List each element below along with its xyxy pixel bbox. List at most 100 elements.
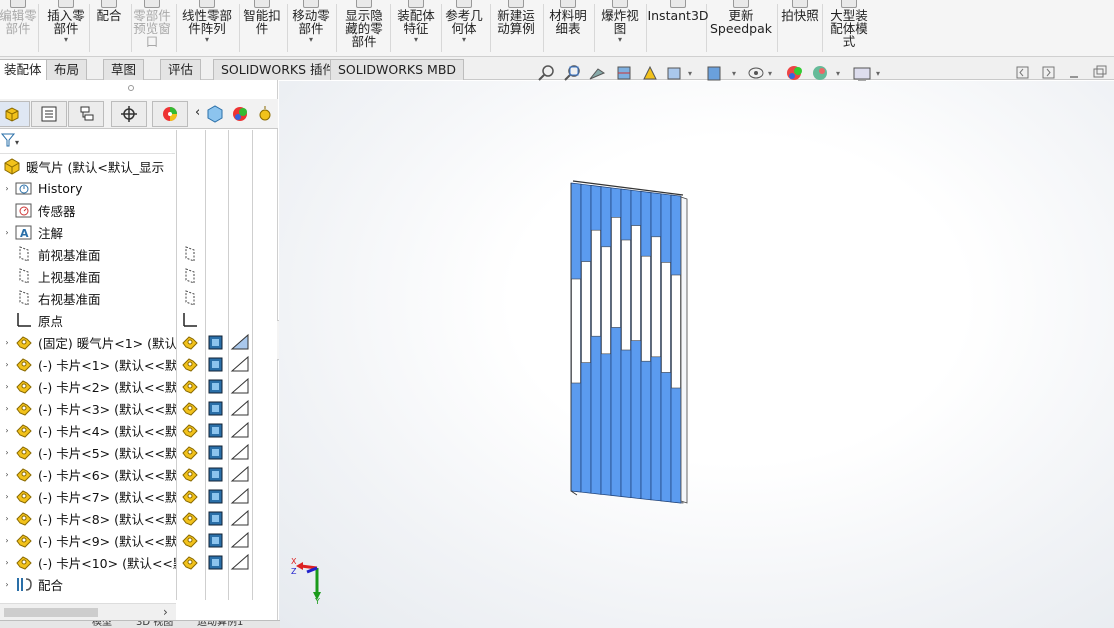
tree-horizontal-scrollbar[interactable]: › xyxy=(0,603,176,620)
expand-toggle-icon[interactable]: › xyxy=(0,448,14,457)
expand-toggle-icon[interactable]: › xyxy=(0,382,14,391)
transparency-icon[interactable] xyxy=(230,507,250,529)
zoom-to-fit-icon[interactable] xyxy=(538,65,554,81)
tree-item[interactable]: › A 注解 xyxy=(0,221,176,243)
edit-appearance-icon[interactable] xyxy=(787,66,802,80)
restore-icon[interactable] xyxy=(1093,65,1107,78)
tab-5[interactable]: SOLIDWORKS 插件 xyxy=(213,59,344,80)
clip-card[interactable] xyxy=(641,255,651,362)
expand-toggle-icon[interactable]: › xyxy=(0,492,14,501)
clip-card[interactable] xyxy=(651,236,661,358)
display-state-icon[interactable] xyxy=(206,397,226,419)
transparency-icon[interactable] xyxy=(230,485,250,507)
tree-item[interactable]: 传感器 xyxy=(0,199,176,221)
tab-property-manager[interactable] xyxy=(31,101,67,127)
tree-item[interactable]: › (-) 卡片<1> (默认<<默认 xyxy=(0,353,176,375)
dropdown-arrow-icon[interactable]: ▾ xyxy=(414,36,418,44)
tab-feature-manager[interactable] xyxy=(0,101,30,127)
expand-toggle-icon[interactable]: › xyxy=(0,228,14,237)
display-state-icon[interactable] xyxy=(206,375,226,397)
tab-2[interactable]: 布局 xyxy=(46,59,88,80)
apply-scene-icon[interactable]: ▾ xyxy=(813,66,840,80)
scrollbar-thumb[interactable] xyxy=(4,608,98,617)
tree-item[interactable]: › (-) 卡片<9> (默认<<默认 xyxy=(0,529,176,551)
transparency-icon[interactable] xyxy=(230,397,250,419)
expand-toggle-icon[interactable]: › xyxy=(0,426,14,435)
display-state-icon[interactable] xyxy=(206,529,226,551)
clip-card[interactable] xyxy=(661,262,671,373)
clip-card[interactable] xyxy=(631,225,641,341)
tree-item[interactable]: 右视基准面 xyxy=(0,287,176,309)
dynamic-annotation-icon[interactable] xyxy=(643,65,657,80)
scroll-right-arrow-icon[interactable]: › xyxy=(163,604,168,620)
tree-item[interactable]: › (-) 卡片<7> (默认<<默认 xyxy=(0,485,176,507)
expand-toggle-icon[interactable]: › xyxy=(0,580,14,589)
tab-dimxpert-manager[interactable] xyxy=(111,101,147,127)
display-state-icon[interactable] xyxy=(206,551,226,573)
dropdown-arrow-icon[interactable]: ▾ xyxy=(462,36,466,44)
display-state-icon[interactable] xyxy=(206,485,226,507)
dropdown-arrow-icon[interactable]: ▾ xyxy=(205,36,209,44)
tree-filter[interactable]: ▾ xyxy=(0,130,175,154)
transparency-icon[interactable] xyxy=(230,529,250,551)
display-state-icon[interactable] xyxy=(206,441,226,463)
tile-left-icon[interactable] xyxy=(1016,66,1029,79)
expand-toggle-icon[interactable]: › xyxy=(0,360,14,369)
display-state-icon[interactable] xyxy=(206,353,226,375)
tree-item[interactable]: › 配合 xyxy=(0,573,176,595)
tree-item[interactable]: 原点 xyxy=(0,309,176,331)
zoom-area-icon[interactable] xyxy=(564,65,580,81)
tree-item[interactable]: › (-) 卡片<6> (默认<<默认 xyxy=(0,463,176,485)
dropdown-arrow-icon[interactable]: ▾ xyxy=(309,36,313,44)
transparency-icon[interactable] xyxy=(230,331,250,353)
clip-card[interactable] xyxy=(591,229,601,337)
panel-grip-icon[interactable] xyxy=(128,85,134,91)
transparency-icon[interactable] xyxy=(230,375,250,397)
clip-card[interactable] xyxy=(601,246,611,355)
expand-toggle-icon[interactable]: › xyxy=(0,558,14,567)
clip-card[interactable] xyxy=(621,239,631,351)
tab-scroll-left-icon[interactable]: ‹ xyxy=(195,105,200,120)
ribbon-button-17[interactable]: 大型装 配体模 式 xyxy=(814,0,884,56)
lights-cameras-icon[interactable] xyxy=(259,106,271,121)
display-state-icon[interactable] xyxy=(206,507,226,529)
3d-box-icon[interactable] xyxy=(207,105,223,123)
tab-3[interactable]: 草图 xyxy=(103,59,145,80)
tree-item[interactable]: › (-) 卡片<3> (默认<<默认 xyxy=(0,397,176,419)
tab-configuration-manager[interactable] xyxy=(68,101,104,127)
tab-1[interactable]: 装配体 xyxy=(0,59,50,81)
transparency-icon[interactable] xyxy=(230,463,250,485)
tree-root[interactable]: 暖气片 (默认<默认_显示状态- xyxy=(0,155,164,177)
tree-item[interactable]: 前视基准面 xyxy=(0,243,176,265)
tree-item[interactable]: › (-) 卡片<4> (默认<<默认 xyxy=(0,419,176,441)
expand-toggle-icon[interactable]: › xyxy=(0,470,14,479)
transparency-icon[interactable] xyxy=(230,441,250,463)
clip-card[interactable] xyxy=(671,274,681,389)
tree-item[interactable]: › History xyxy=(0,177,176,199)
tree-item[interactable]: › (固定) 暖气片<1> (默认< xyxy=(0,331,176,353)
display-state-icon[interactable] xyxy=(206,331,226,353)
expand-toggle-icon[interactable]: › xyxy=(0,536,14,545)
tab-4[interactable]: 评估 xyxy=(160,59,202,80)
view-orientation-icon[interactable]: ▾ xyxy=(667,67,692,80)
bottom-tab-1[interactable]: 模型 xyxy=(92,621,112,628)
expand-toggle-icon[interactable]: › xyxy=(0,338,14,347)
tree-item[interactable]: › (-) 卡片<8> (默认<<默认 xyxy=(0,507,176,529)
tab-display-manager[interactable] xyxy=(152,101,188,127)
graphics-area[interactable]: X Y Z xyxy=(279,81,1114,628)
clip-card[interactable] xyxy=(611,217,621,328)
transparency-icon[interactable] xyxy=(230,419,250,441)
bottom-tab-3[interactable]: 运动算例1 xyxy=(197,621,243,628)
filter-icon[interactable]: ▾ xyxy=(0,130,24,152)
view-settings-icon[interactable]: ▾ xyxy=(853,67,880,82)
tab-6[interactable]: SOLIDWORKS MBD xyxy=(330,59,465,80)
ribbon-button-14[interactable]: Instant3D xyxy=(643,0,713,56)
bottom-tab-2[interactable]: 3D 视图 xyxy=(136,621,173,628)
hide-show-items-icon[interactable]: ▾ xyxy=(748,67,772,79)
expand-toggle-icon[interactable]: › xyxy=(0,184,14,193)
display-state-icon[interactable] xyxy=(206,463,226,485)
clip-card[interactable] xyxy=(581,261,591,363)
tree-item[interactable]: › (-) 卡片<10> (默认<<默认 xyxy=(0,551,176,573)
radiator-assembly[interactable] xyxy=(570,180,688,504)
transparency-icon[interactable] xyxy=(230,353,250,375)
